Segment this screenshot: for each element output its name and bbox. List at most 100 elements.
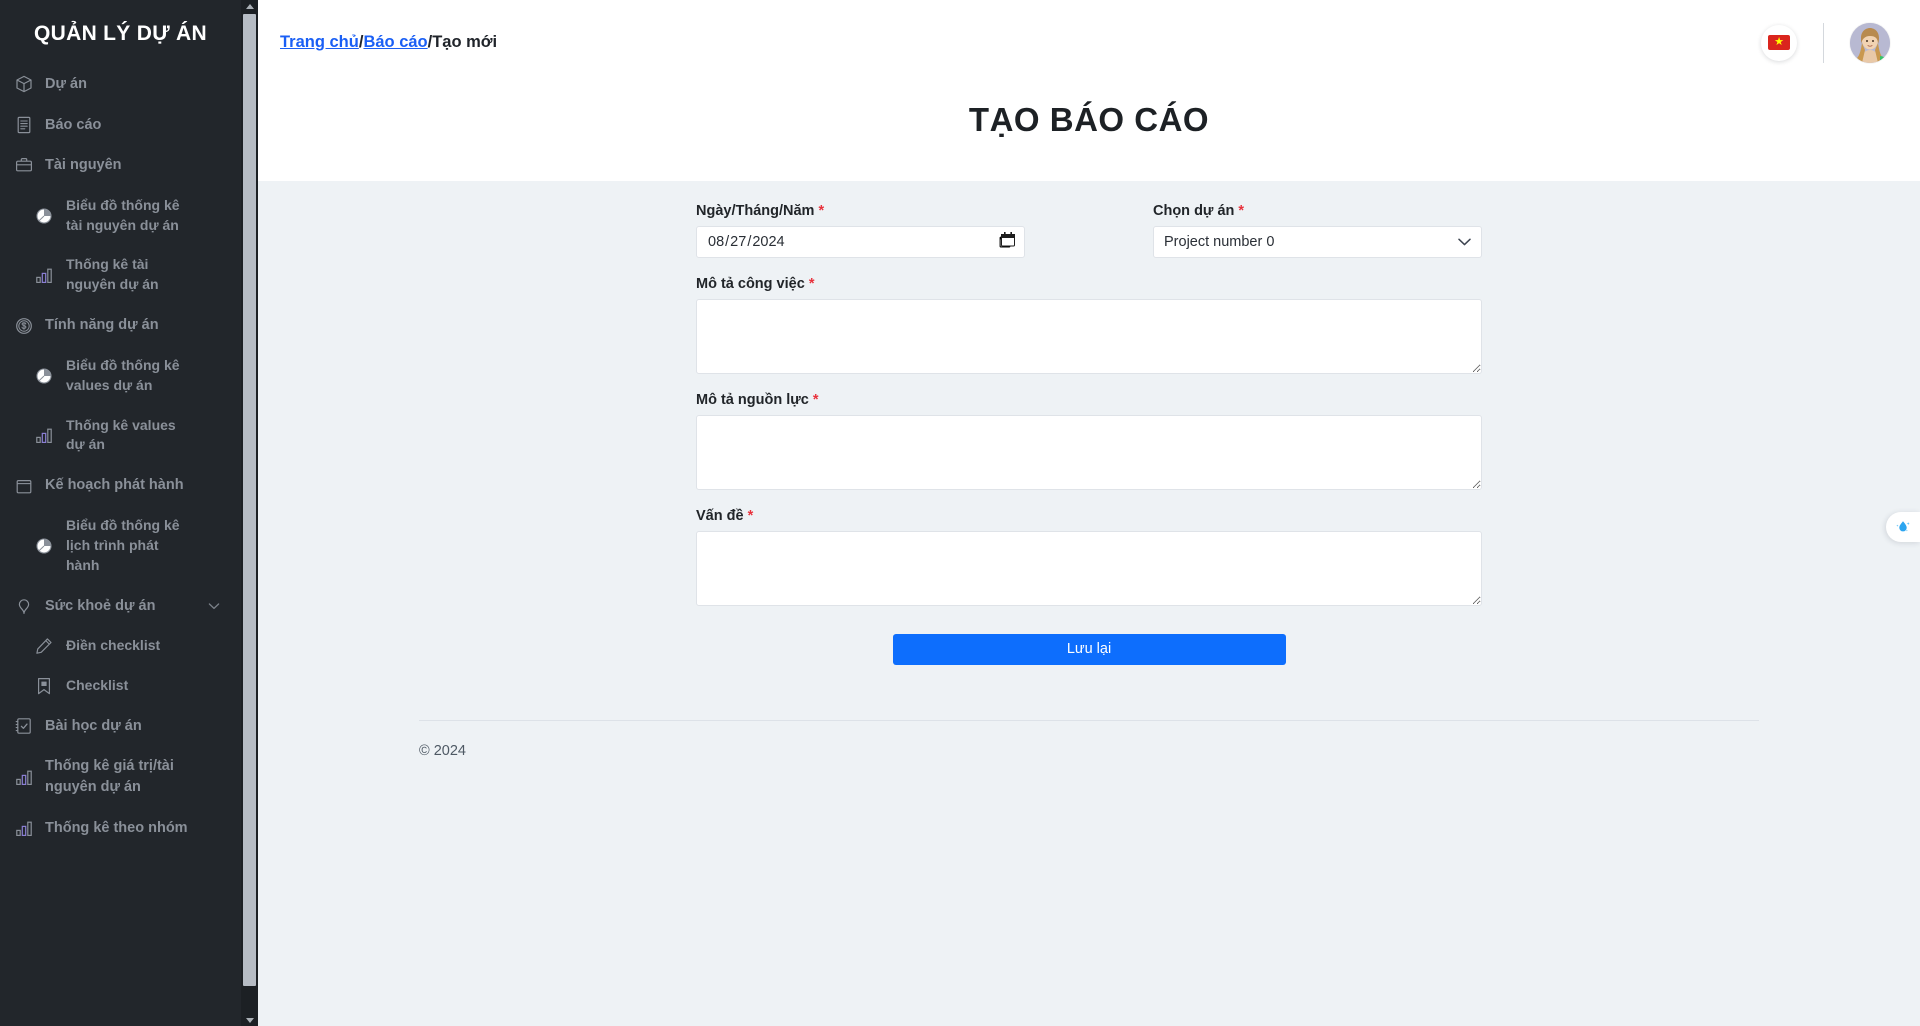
sidebar-scrollbar-thumb[interactable] (243, 14, 256, 986)
calendar-icon (14, 476, 33, 495)
sidebar-nav: Dự án Báo cáo Tài nguyên Biểu đồ thống kê t… (0, 64, 241, 848)
bar-chart-icon (14, 818, 33, 837)
project-select[interactable]: Project number 0 (1153, 226, 1482, 258)
copyright-text: © 2024 (419, 743, 466, 759)
app-root: QUẢN LÝ DỰ ÁN Dự án Báo cáo Tài nguyên Biểu… (0, 0, 1920, 1026)
sidebar-item-label: Thống kê theo nhóm (45, 819, 188, 836)
top-bar-divider (1823, 22, 1824, 63)
sidebar-item-11[interactable]: Điền checklist (0, 626, 241, 666)
content-area: Ngày/Tháng/Năm * 2024-08-27 Chọn dự án *… (258, 181, 1920, 781)
sidebar-item-14[interactable]: Thống kê giá trị/tài nguyên dự án (0, 746, 241, 807)
date-label: Ngày/Tháng/Năm * (696, 203, 1025, 219)
sidebar-scrollbar-track[interactable] (241, 12, 258, 1014)
cube-icon (14, 75, 33, 94)
vietnam-flag-icon: ★ (1768, 35, 1790, 50)
heart-pin-icon (14, 596, 33, 615)
bar-chart-icon (34, 266, 53, 285)
sidebar-item-label: Điền checklist (66, 637, 161, 654)
bar-chart-icon (34, 426, 53, 445)
app-brand-title: QUẢN LÝ DỰ ÁN (34, 22, 207, 45)
project-required-mark: * (1238, 203, 1245, 219)
work-description-group: Mô tả công việc * (696, 276, 1482, 374)
project-label-text: Chọn dự án (1153, 203, 1235, 219)
sidebar-item-9[interactable]: Biểu đồ thống kê lịch trình phát hành (0, 506, 241, 586)
sidebar-item-8[interactable]: Kế hoạch phát hành (0, 465, 241, 506)
pie-chart-icon (34, 536, 53, 555)
page-title-band: TẠO BÁO CÁO (258, 85, 1920, 181)
sidebar-item-7[interactable]: Thống kê values dự án (0, 406, 241, 466)
sidebar-item-label: Biểu đồ thống kê lịch trình phát hành (66, 516, 180, 573)
sidebar-item-label: Sức khoẻ dự án (45, 597, 156, 614)
resource-description-textarea[interactable] (696, 415, 1482, 490)
issue-textarea[interactable] (696, 531, 1482, 606)
breadcrumb-section-link[interactable]: Báo cáo (363, 33, 427, 51)
sidebar-item-6[interactable]: Biểu đồ thống kê values dự án (0, 346, 241, 406)
date-field-group: Ngày/Tháng/Năm * (696, 203, 1025, 258)
sidebar-item-12[interactable]: Checklist (0, 666, 241, 706)
sidebar-item-13[interactable]: Bài học dự án (0, 706, 241, 747)
sidebar-item-0[interactable]: Dự án (0, 64, 241, 105)
sidebar: QUẢN LÝ DỰ ÁN Dự án Báo cáo Tài nguyên Biểu… (0, 0, 258, 1026)
scroll-down-arrow-icon[interactable] (241, 1014, 258, 1026)
clipboard-check-icon (14, 717, 33, 736)
pencil-icon (34, 637, 53, 656)
dollar-coin-icon (14, 316, 33, 335)
water-drop-icon (1896, 521, 1910, 532)
bar-chart-icon (14, 768, 33, 787)
resource-description-group: Mô tả nguồn lực * (696, 392, 1482, 490)
top-bar-right: ★ (1761, 22, 1890, 63)
issue-group: Vấn đề * (696, 508, 1482, 606)
breadcrumb-home-link[interactable]: Trang chủ (280, 33, 359, 51)
form-actions: Lưu lại (696, 634, 1482, 665)
sidebar-item-2[interactable]: Tài nguyên (0, 145, 241, 186)
sidebar-item-label: Biểu đồ thống kê values dự án (66, 356, 180, 393)
sidebar-item-label: Thống kê values dự án (66, 416, 176, 453)
chevron-down-icon[interactable] (207, 599, 221, 613)
sidebar-scrollbar[interactable] (241, 0, 258, 1026)
sidebar-item-10[interactable]: Sức khoẻ dự án (0, 586, 241, 627)
sidebar-item-label: Bài học dự án (45, 717, 142, 734)
project-field-group: Chọn dự án * Project number 0 (1153, 203, 1482, 258)
sidebar-item-1[interactable]: Báo cáo (0, 105, 241, 146)
document-icon (14, 115, 33, 134)
sidebar-item-label: Biểu đồ thống kê tài nguyên dự án (66, 196, 180, 233)
sidebar-item-label: Checklist (66, 676, 129, 693)
sidebar-item-label: Thống kê tài nguyên dự án (66, 256, 159, 293)
page-footer: © 2024 (419, 720, 1759, 759)
sidebar-scroll-area: QUẢN LÝ DỰ ÁN Dự án Báo cáo Tài nguyên Biểu… (0, 0, 258, 1026)
date-input[interactable] (696, 226, 1025, 258)
top-bar: Trang chủ/Báo cáo/Tạo mới ★ (258, 0, 1920, 85)
sidebar-item-5[interactable]: Tính năng dự án (0, 305, 241, 346)
sidebar-content: QUẢN LÝ DỰ ÁN Dự án Báo cáo Tài nguyên Biểu… (0, 0, 241, 868)
scroll-up-arrow-icon[interactable] (241, 0, 258, 12)
avatar[interactable] (1850, 22, 1890, 63)
pie-chart-icon (34, 366, 53, 385)
sidebar-item-3[interactable]: Biểu đồ thống kê tài nguyên dự án (0, 186, 241, 246)
date-input-wrap (696, 226, 1025, 258)
issue-label-text: Vấn đề (696, 508, 744, 524)
sidebar-item-label: Dự án (45, 76, 87, 92)
work-description-label-text: Mô tả công việc (696, 276, 805, 292)
work-description-required-mark: * (808, 276, 815, 292)
project-label: Chọn dự án * (1153, 203, 1482, 219)
sidebar-item-label: Tính năng dự án (45, 317, 159, 334)
language-switch-button[interactable]: ★ (1761, 24, 1797, 61)
project-select-wrap: Project number 0 (1153, 226, 1482, 258)
resource-description-label: Mô tả nguồn lực * (696, 392, 1482, 408)
resource-description-required-mark: * (812, 392, 819, 408)
work-description-textarea[interactable] (696, 299, 1482, 374)
pie-chart-icon (34, 206, 53, 225)
issue-label: Vấn đề * (696, 508, 1482, 524)
sidebar-item-4[interactable]: Thống kê tài nguyên dự án (0, 245, 241, 305)
page-title: TẠO BÁO CÁO (968, 101, 1210, 138)
sidebar-item-label: Kế hoạch phát hành (45, 477, 184, 494)
date-required-mark: * (818, 203, 825, 219)
water-drop-widget-button[interactable] (1886, 512, 1920, 542)
form-row-top: Ngày/Tháng/Năm * 2024-08-27 Chọn dự án *… (696, 203, 1482, 258)
save-button[interactable]: Lưu lại (892, 634, 1286, 665)
issue-required-mark: * (747, 508, 754, 524)
sidebar-item-15[interactable]: Thống kê theo nhóm (0, 808, 241, 849)
create-report-form: Ngày/Tháng/Năm * 2024-08-27 Chọn dự án *… (696, 203, 1482, 665)
main-area: Trang chủ/Báo cáo/Tạo mới ★ TẠO BÁO CÁO … (258, 0, 1920, 1026)
sidebar-item-label: Thống kê giá trị/tài nguyên dự án (45, 758, 174, 795)
